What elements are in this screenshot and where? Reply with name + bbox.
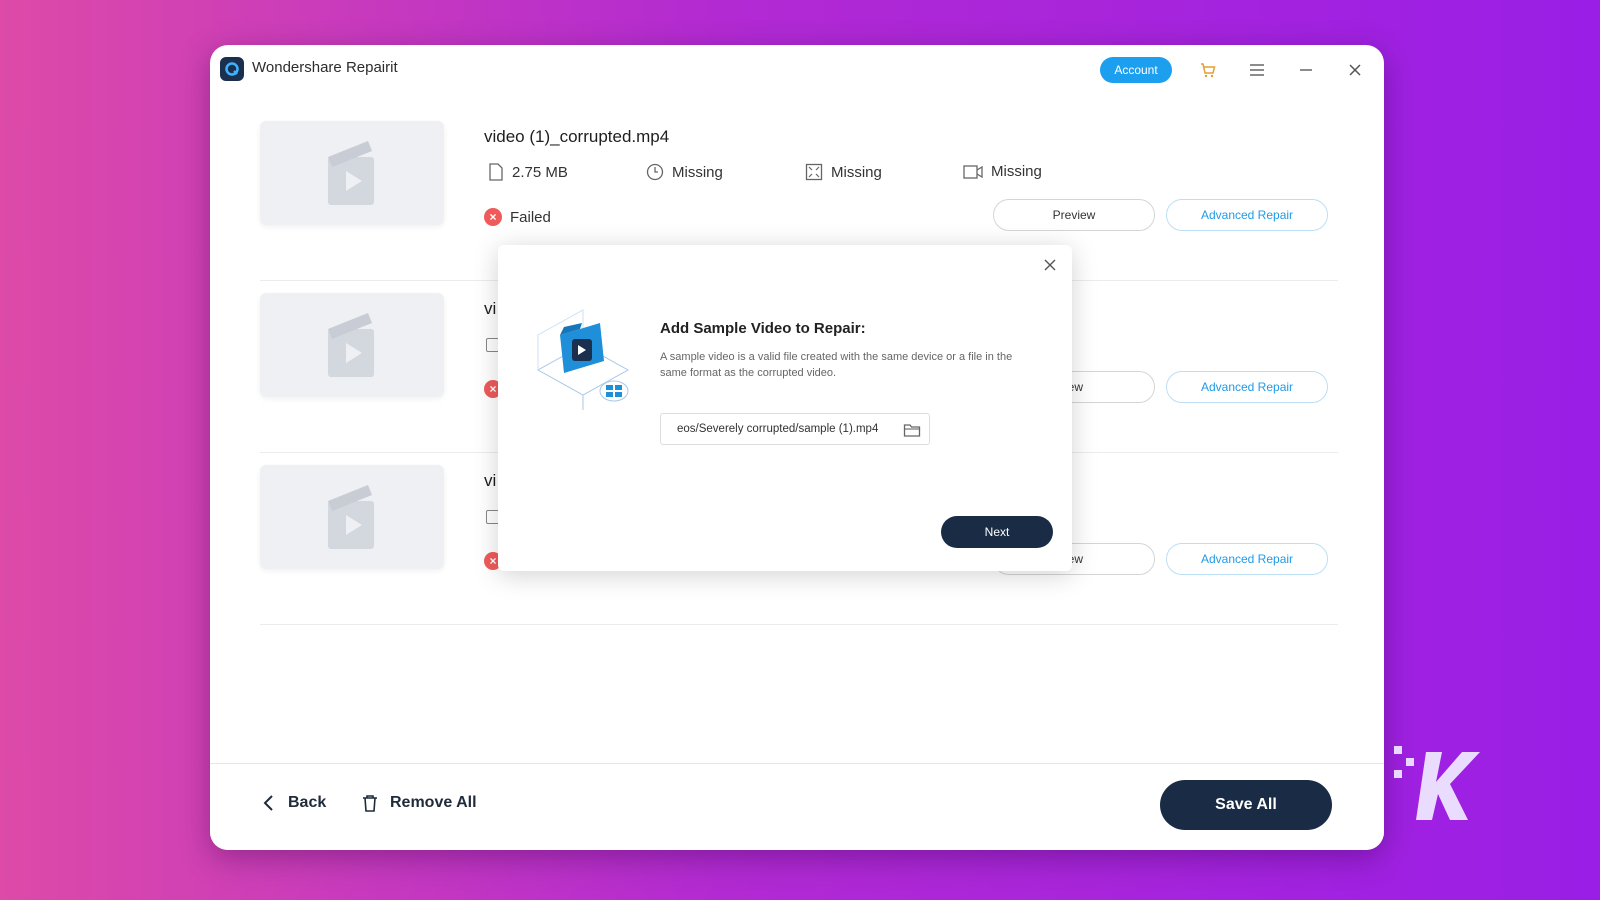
sample-path-field[interactable]: eos/Severely corrupted/sample (1).mp4 (660, 413, 930, 445)
app-window: Wondershare Repairit Account video (1)_c… (210, 45, 1384, 850)
file-size-value: 2.75 MB (512, 163, 568, 181)
remove-all-label: Remove All (390, 794, 477, 811)
clapperboard-icon (328, 485, 374, 549)
file-format: Missing (963, 163, 1042, 180)
add-sample-dialog: Add Sample Video to Repair: A sample vid… (498, 245, 1072, 571)
video-thumbnail (260, 465, 444, 569)
close-icon[interactable] (1344, 59, 1366, 81)
next-button[interactable]: Next (941, 516, 1053, 548)
file-duration-value: Missing (672, 163, 723, 181)
resolution-icon (805, 163, 823, 181)
row-divider (260, 624, 1338, 625)
folder-icon (903, 424, 921, 437)
file-duration: Missing (646, 163, 723, 181)
save-all-button[interactable]: Save All (1160, 780, 1332, 830)
failed-icon: × (484, 208, 502, 226)
file-resolution-value: Missing (831, 163, 882, 181)
video-format-icon (963, 164, 983, 179)
trash-icon (363, 795, 377, 812)
minimize-icon[interactable] (1295, 59, 1317, 81)
clapperboard-icon (328, 313, 374, 377)
preview-button[interactable]: Preview (993, 199, 1155, 231)
dialog-close-icon[interactable] (1040, 255, 1060, 275)
video-thumbnail (260, 293, 444, 397)
account-button[interactable]: Account (1100, 57, 1172, 83)
dialog-description: A sample video is a valid file created w… (660, 351, 1013, 379)
file-icon (489, 163, 503, 181)
advanced-repair-button[interactable]: Advanced Repair (1166, 199, 1328, 231)
file-name: video (1)_corrupted.mp4 (484, 127, 670, 146)
sample-video-illustration (528, 295, 638, 420)
dialog-title: Add Sample Video to Repair: (660, 320, 866, 337)
back-button[interactable]: Back (262, 794, 326, 812)
clock-icon (646, 163, 664, 181)
app-title: Wondershare Repairit (252, 59, 398, 76)
file-format-value: Missing (991, 163, 1042, 180)
file-resolution: Missing (805, 163, 882, 181)
app-logo-icon (220, 57, 244, 81)
status-text: Failed (510, 208, 551, 226)
file-name: vi (484, 471, 497, 490)
menu-icon[interactable] (1246, 59, 1268, 81)
sample-path-value: eos/Severely corrupted/sample (1).mp4 (677, 423, 879, 435)
file-name: vi (484, 299, 497, 318)
back-label: Back (288, 794, 327, 811)
video-thumbnail (260, 121, 444, 225)
cart-icon[interactable] (1197, 59, 1219, 81)
watermark-logo (1392, 742, 1482, 826)
bottom-bar: Back Remove All Save All (210, 763, 1384, 850)
file-size: 2.75 MB (488, 163, 568, 181)
advanced-repair-button[interactable]: Advanced Repair (1166, 543, 1328, 575)
back-arrow-icon (263, 795, 273, 811)
clapperboard-icon (328, 141, 374, 205)
title-bar: Wondershare Repairit Account (210, 45, 1384, 95)
advanced-repair-button[interactable]: Advanced Repair (1166, 371, 1328, 403)
status-badge: × Failed (484, 208, 551, 226)
remove-all-button[interactable]: Remove All (362, 794, 477, 812)
